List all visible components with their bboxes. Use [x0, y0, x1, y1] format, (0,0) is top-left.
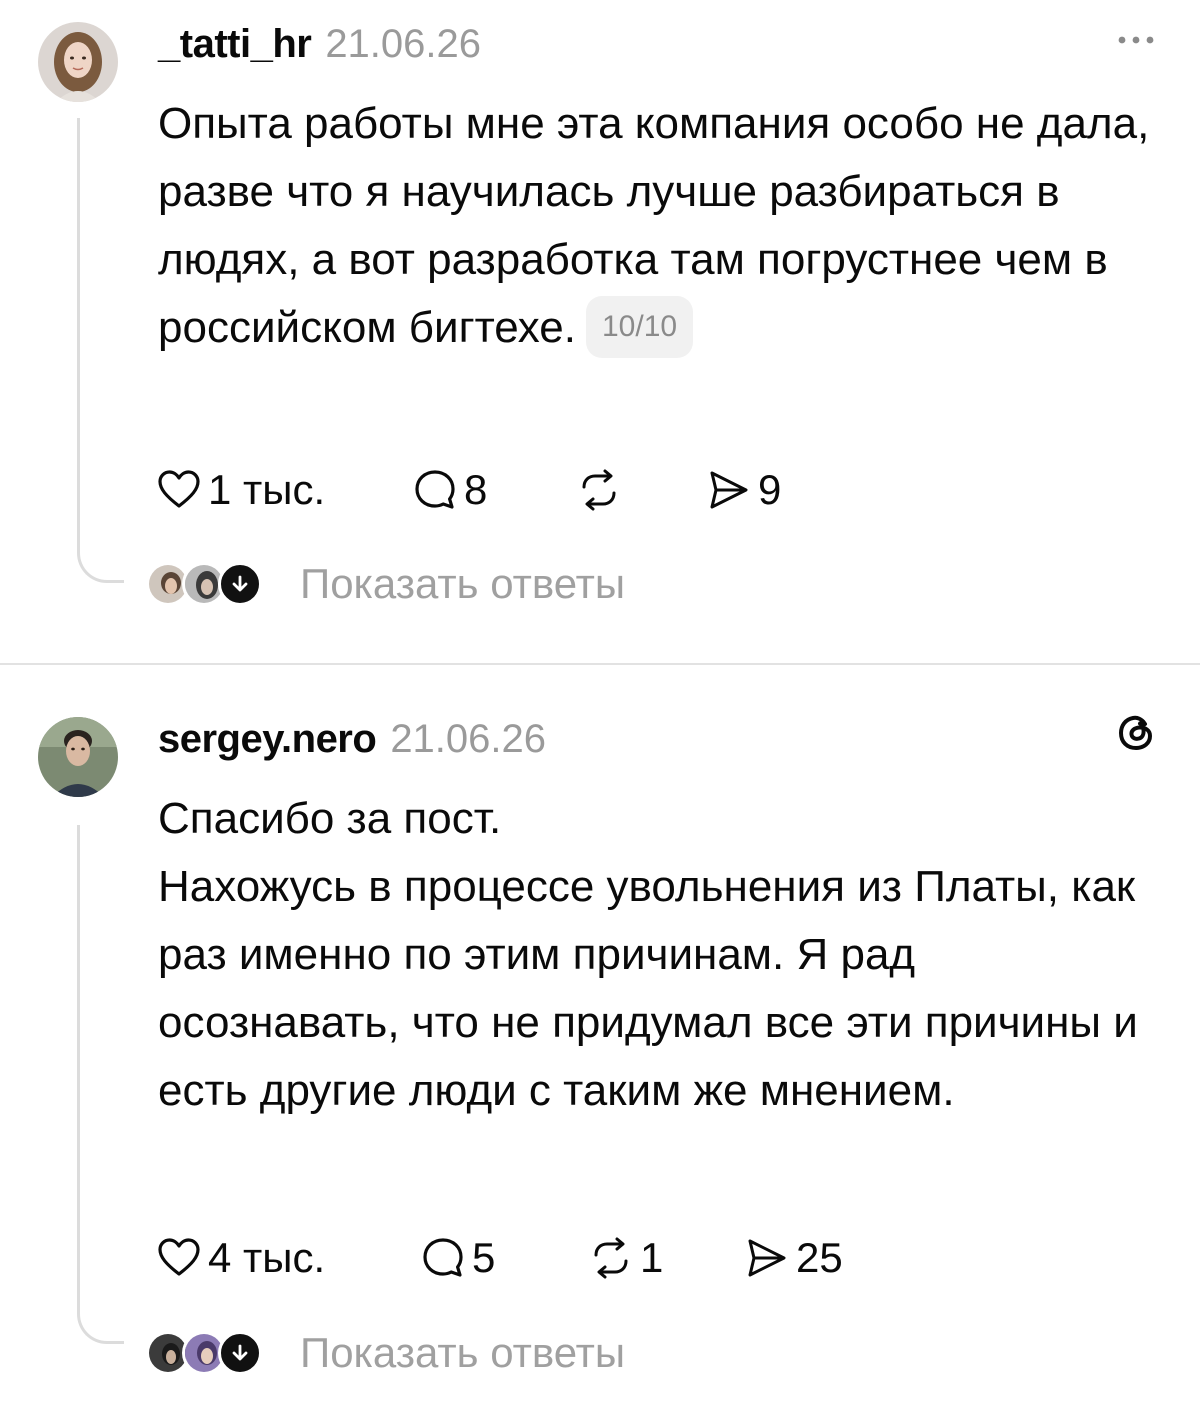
post-header: _tatti_hr 21.06.26: [158, 22, 481, 67]
arrow-down-icon: [232, 575, 248, 592]
avatar[interactable]: [38, 717, 118, 797]
rating-tag[interactable]: 10/10: [585, 296, 694, 358]
like-button[interactable]: 4 тыс.: [156, 1234, 420, 1282]
action-bar: 1 тыс. 8 9: [156, 465, 781, 515]
heart-icon: [158, 1238, 200, 1276]
comment-post-sergey: sergey.nero 21.06.26 Спасибо за пост. На…: [0, 665, 1200, 1413]
post-text: Спасибо за пост.: [158, 794, 502, 843]
repost-button[interactable]: 1: [588, 1234, 744, 1282]
repost-icon: [594, 1237, 628, 1279]
send-icon: [710, 471, 748, 509]
username[interactable]: sergey.nero: [158, 717, 377, 762]
thread-line: [77, 118, 80, 550]
share-button[interactable]: 9: [706, 466, 781, 514]
comment-icon: [423, 1238, 463, 1277]
threads-icon[interactable]: [1114, 710, 1158, 754]
send-icon: [748, 1239, 786, 1277]
thread-curve: [77, 550, 124, 583]
share-button[interactable]: 25: [744, 1234, 843, 1282]
action-bar: 4 тыс. 5 1 25: [156, 1233, 843, 1283]
comment-post-tatti: _tatti_hr 21.06.26 Опыта работы мне эта …: [0, 0, 1200, 664]
share-count: 9: [758, 466, 782, 513]
repost-icon: [582, 469, 616, 511]
show-replies-label: Показать ответы: [300, 1329, 626, 1376]
comment-button[interactable]: 5: [420, 1234, 588, 1282]
post-date: 21.06.26: [390, 717, 547, 761]
show-replies-button[interactable]: Показать ответы: [146, 560, 625, 608]
repost-count: 1: [640, 1234, 664, 1281]
thread-curve: [77, 1311, 124, 1344]
like-count: 1 тыс.: [208, 466, 326, 513]
comment-icon: [415, 470, 455, 509]
username[interactable]: _tatti_hr: [158, 22, 312, 67]
comment-button[interactable]: 8: [412, 466, 576, 514]
avatar[interactable]: [38, 22, 118, 102]
like-button[interactable]: 1 тыс.: [156, 466, 412, 514]
more-icon[interactable]: [1112, 28, 1160, 52]
post-body: Спасибо за пост. Нахожусь в процессе уво…: [158, 785, 1158, 1125]
show-replies-button[interactable]: Показать ответы: [146, 1329, 625, 1377]
repost-button[interactable]: [576, 467, 706, 513]
thread-line: [77, 825, 80, 1311]
heart-icon: [158, 470, 200, 508]
like-count: 4 тыс.: [208, 1234, 326, 1281]
post-text: Нахожусь в процессе увольнения из Платы,…: [158, 862, 1138, 1115]
reply-avatars: [146, 1331, 270, 1375]
arrow-down-icon: [232, 1344, 248, 1361]
comment-count: 5: [472, 1234, 496, 1281]
reply-arrow-badge: [218, 1331, 262, 1375]
post-header: sergey.nero 21.06.26: [158, 717, 546, 762]
comment-count: 8: [464, 466, 488, 513]
reply-arrow-badge: [218, 562, 262, 606]
post-body: Опыта работы мне эта компания особо не д…: [158, 90, 1158, 362]
reply-avatars: [146, 562, 270, 606]
post-date: 21.06.26: [325, 22, 482, 66]
show-replies-label: Показать ответы: [300, 560, 626, 607]
share-count: 25: [796, 1234, 843, 1281]
